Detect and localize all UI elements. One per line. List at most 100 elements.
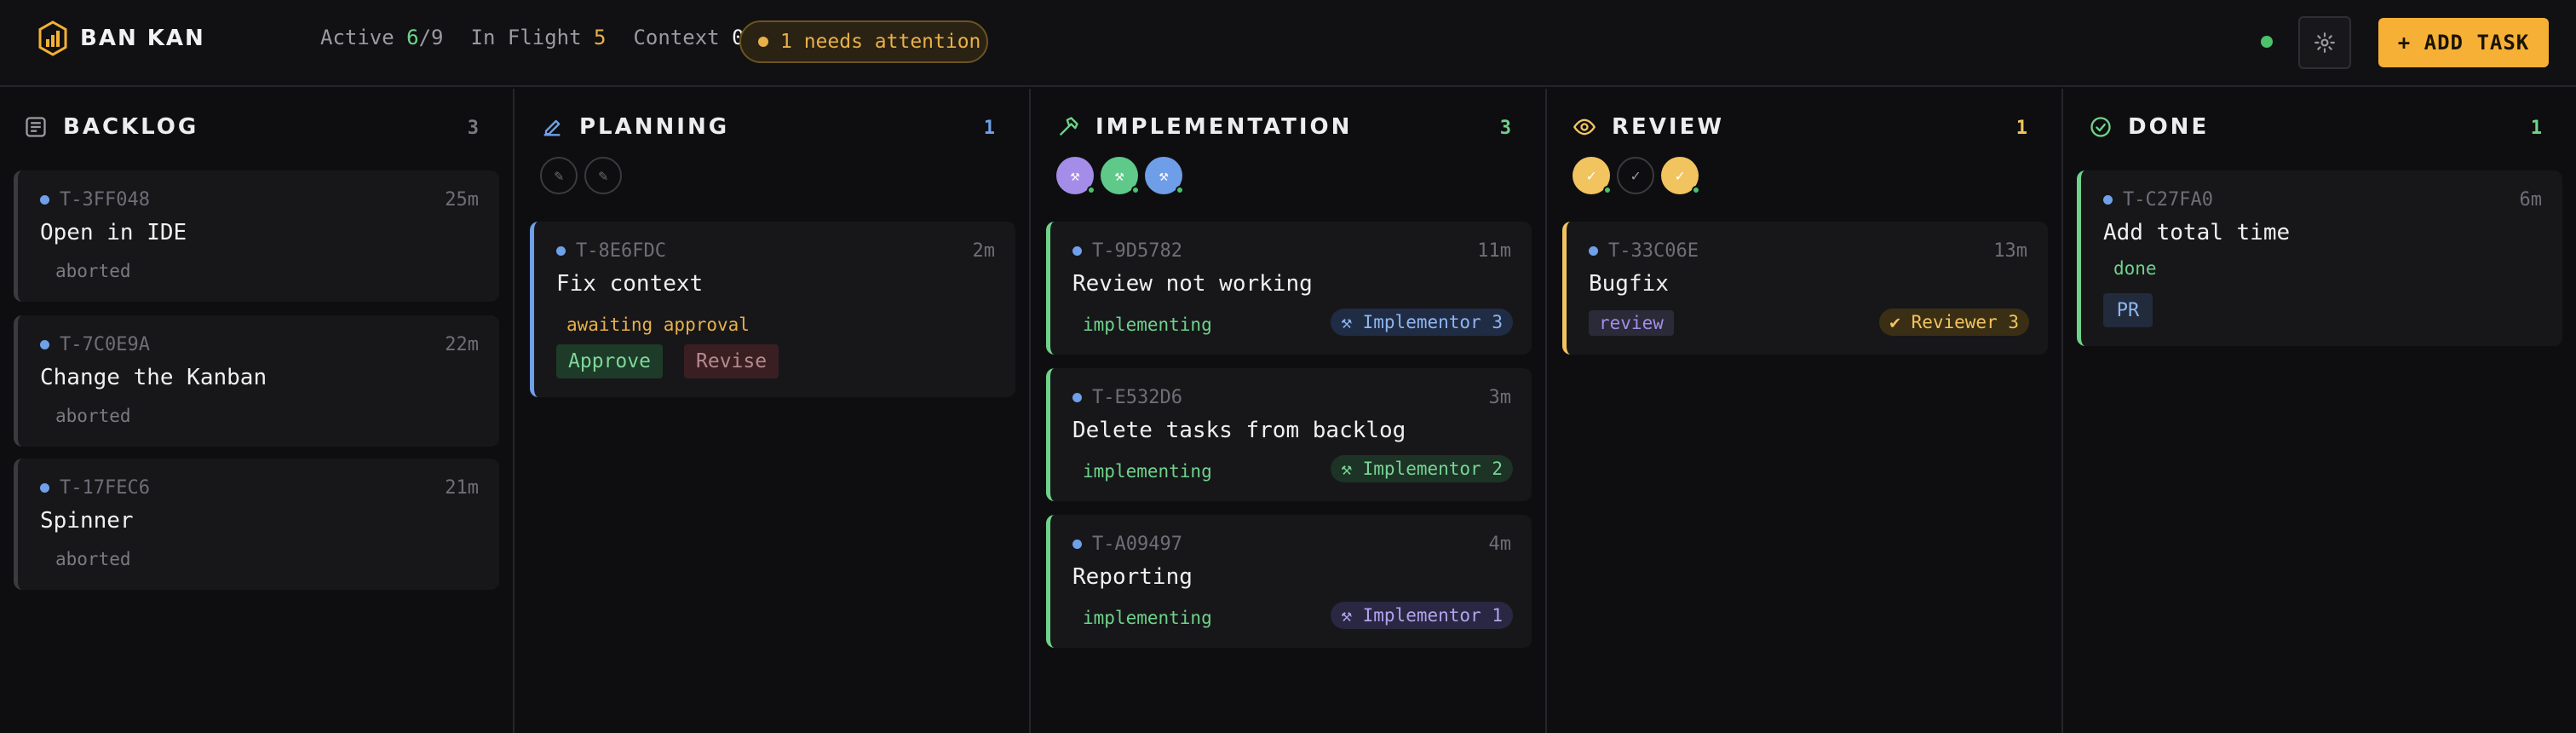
column-header: DONE: [2089, 114, 2209, 140]
task-id: T-C27FA0: [2103, 189, 2213, 211]
status-dot-icon: [1589, 246, 1598, 256]
status-dot-icon: [1072, 540, 1082, 549]
task-card[interactable]: T-17FEC6 21m Spinner aborted: [14, 459, 499, 590]
task-card[interactable]: T-33C06E 13m Bugfix review ✔ Reviewer 3: [1562, 222, 2048, 355]
task-time: 6m: [2519, 189, 2543, 211]
status-dot-icon: [40, 483, 49, 493]
gear-icon: [2314, 32, 2335, 53]
task-card[interactable]: T-E532D6 3m Delete tasks from backlog im…: [1046, 368, 1532, 501]
task-status: review: [1589, 310, 1674, 336]
task-time: 25m: [445, 189, 479, 211]
column-planning: PLANNING 1 ✎ ✎ T-8E6FDC 2m Fix context a…: [516, 89, 1031, 733]
task-status: implementing: [1083, 461, 1212, 482]
task-time: 2m: [972, 240, 996, 262]
column-header: PLANNING: [540, 114, 729, 140]
task-title: Reporting: [1072, 564, 1193, 590]
column-title: PLANNING: [579, 114, 730, 140]
task-title: Review not working: [1072, 271, 1313, 297]
task-card[interactable]: T-3FF048 25m Open in IDE aborted: [14, 170, 499, 302]
online-dot-icon: [1087, 186, 1095, 194]
stat-active-value: 6: [406, 26, 419, 49]
task-id-text: T-8E6FDC: [576, 240, 666, 262]
online-dot-icon: [1131, 186, 1140, 194]
status-dot-icon: [556, 246, 566, 256]
status-dot-icon: [40, 195, 49, 205]
column-title: IMPLEMENTATION: [1095, 114, 1353, 140]
online-dot-icon: [1176, 186, 1184, 194]
task-id: T-7C0E9A: [40, 334, 150, 355]
list-icon: [26, 117, 46, 137]
task-card[interactable]: T-7C0E9A 22m Change the Kanban aborted: [14, 315, 499, 447]
task-title: Spinner: [40, 508, 134, 534]
avatar-glyph: ✓: [1675, 166, 1685, 185]
stat-context-label: Context: [633, 26, 720, 49]
pull-request-button[interactable]: PR: [2103, 293, 2153, 327]
task-id-text: T-7C0E9A: [60, 334, 150, 355]
column-header: IMPLEMENTATION: [1056, 114, 1352, 140]
task-title: Fix context: [556, 271, 704, 297]
task-id-text: T-C27FA0: [2123, 189, 2213, 211]
stat-active-total: /9: [418, 26, 444, 49]
planner-slot-icon: ✎: [584, 157, 622, 194]
avatar-glyph: ⚒: [1070, 166, 1080, 185]
task-title: Open in IDE: [40, 220, 187, 245]
column-count: 1: [983, 118, 995, 139]
status-dot-icon: [1072, 246, 1082, 256]
status-dot-icon: [2103, 195, 2113, 205]
implementor-avatar-icon: ⚒: [1056, 157, 1095, 194]
column-title: REVIEW: [1612, 114, 1725, 140]
task-id-text: T-17FEC6: [60, 477, 150, 499]
app-title: BAN KAN: [80, 26, 205, 51]
column-done: DONE 1 T-C27FA0 6m Add total time done P…: [2065, 89, 2576, 733]
stat-inflight: In Flight 5: [471, 26, 607, 49]
logo-icon: [38, 20, 67, 56]
reviewer-avatar-icon: ✓: [1573, 157, 1612, 194]
column-title: DONE: [2128, 114, 2210, 140]
task-title: Delete tasks from backlog: [1072, 418, 1406, 443]
agent-badge: ⚒ Implementor 1: [1331, 602, 1513, 629]
task-card[interactable]: T-C27FA0 6m Add total time done PR: [2077, 170, 2562, 346]
task-id: T-A09497: [1072, 534, 1182, 555]
agent-avatars: ✎ ✎: [540, 157, 629, 194]
avatar-glyph: ✓: [1586, 166, 1596, 185]
task-id: T-17FEC6: [40, 477, 150, 499]
stat-active-label: Active: [320, 26, 394, 49]
column-implementation: IMPLEMENTATION 3 ⚒ ⚒ ⚒ T-9D5782 11m Revi…: [1032, 89, 1547, 733]
revise-button[interactable]: Revise: [684, 344, 779, 378]
column-review: REVIEW 1 ✓ ✓ ✓ T-33C06E 13m Bugfix revie…: [1549, 89, 2063, 733]
settings-button[interactable]: [2298, 16, 2351, 69]
top-bar: BAN KAN Active 6/9 In Flight 5 Context 0…: [0, 0, 2576, 87]
stats-bar: Active 6/9 In Flight 5 Context 0: [320, 26, 772, 49]
check-circle-icon: [2090, 117, 2111, 137]
agent-avatars: ✓ ✓ ✓: [1573, 157, 1705, 194]
connection-status-icon: [2261, 36, 2273, 48]
add-task-button[interactable]: + ADD TASK: [2378, 18, 2549, 67]
avatar-glyph: ⚒: [1159, 166, 1169, 185]
task-status: implementing: [1083, 608, 1212, 628]
agent-badge: ⚒ Implementor 2: [1331, 455, 1513, 482]
stat-active: Active 6/9: [320, 26, 444, 49]
agent-badge: ⚒ Implementor 3: [1331, 309, 1513, 336]
column-header: REVIEW: [1573, 114, 1724, 140]
task-id-text: T-A09497: [1092, 534, 1182, 555]
reviewer-slot-icon: ✓: [1617, 157, 1654, 194]
status-dot-icon: [40, 340, 49, 349]
task-id: T-8E6FDC: [556, 240, 666, 262]
task-card[interactable]: T-A09497 4m Reporting implementing ⚒ Imp…: [1046, 515, 1532, 648]
attention-badge[interactable]: 1 needs attention: [739, 20, 988, 63]
task-time: 4m: [1488, 534, 1512, 555]
approve-button[interactable]: Approve: [556, 344, 663, 378]
avatar-glyph: ⚒: [1114, 166, 1124, 185]
column-count: 3: [467, 118, 479, 139]
task-card[interactable]: T-8E6FDC 2m Fix context awaiting approva…: [530, 222, 1015, 397]
task-time: 21m: [445, 477, 479, 499]
task-card[interactable]: T-9D5782 11m Review not working implemen…: [1046, 222, 1532, 355]
avatar-glyph: ✓: [1630, 166, 1641, 185]
eye-icon: [1573, 118, 1596, 136]
stat-context: Context 0: [633, 26, 744, 49]
online-dot-icon: [1603, 186, 1612, 194]
task-title: Change the Kanban: [40, 365, 267, 390]
task-id: T-3FF048: [40, 189, 150, 211]
task-title: Bugfix: [1589, 271, 1669, 297]
task-status: implementing: [1083, 315, 1212, 335]
